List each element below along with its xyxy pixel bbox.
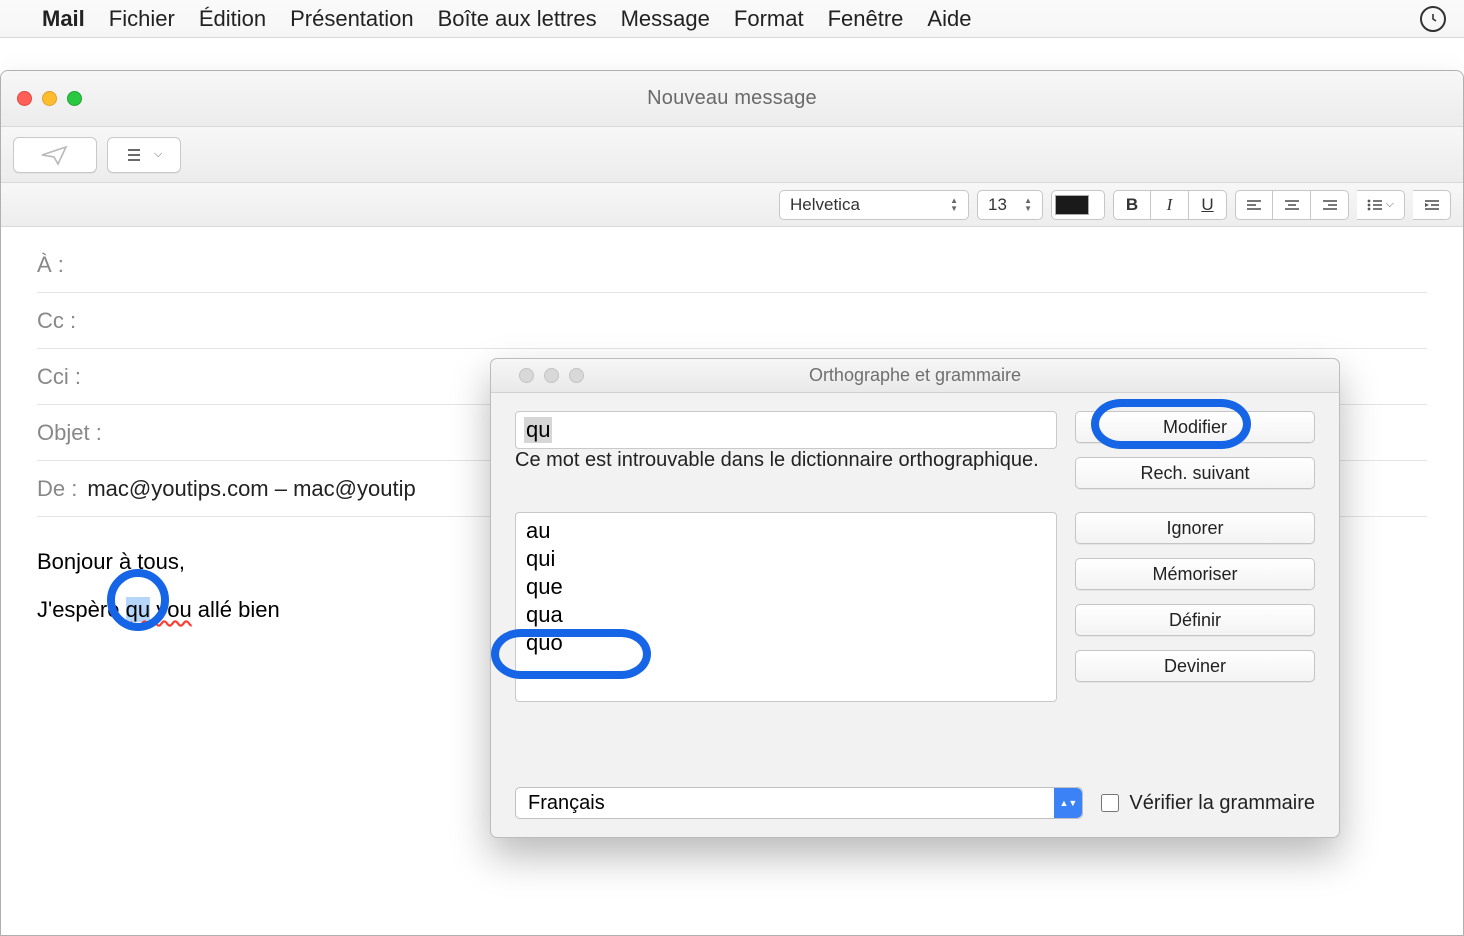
menu-fichier[interactable]: Fichier [109, 6, 175, 32]
header-fields-button[interactable]: ⌵ [107, 137, 181, 173]
list-group: ⌵ [1357, 190, 1405, 220]
language-value: Français [528, 792, 605, 815]
suggestion-item[interactable]: qua [516, 601, 1056, 629]
spelling-panel: Orthographe et grammaire qu Modifier Rec… [490, 358, 1340, 838]
suggestion-item[interactable]: qui [516, 545, 1056, 573]
font-family-select[interactable]: Helvetica ▲▼ [779, 190, 969, 220]
app-menu[interactable]: Mail [42, 6, 85, 32]
align-group [1235, 190, 1349, 220]
underline-button[interactable]: U [1189, 190, 1227, 220]
format-bar: Helvetica ▲▼ 13 ▲▼ B I U ⌵ [1, 183, 1463, 227]
list-style-button[interactable]: ⌵ [1357, 190, 1405, 220]
suggestion-item[interactable]: au [516, 517, 1056, 545]
panel-zoom-button[interactable] [569, 368, 584, 383]
suggestion-item[interactable]: que [516, 573, 1056, 601]
text-color-button[interactable] [1051, 190, 1105, 220]
language-select[interactable]: Français ▲▼ [515, 787, 1083, 819]
spelling-panel-titlebar: Orthographe et grammaire [491, 359, 1339, 393]
window-title: Nouveau message [647, 87, 817, 110]
to-label: À : [37, 252, 64, 278]
menu-fenetre[interactable]: Fenêtre [828, 6, 904, 32]
selected-misspelled-word: qu [126, 597, 150, 622]
stepper-icon: ▲▼ [950, 197, 958, 213]
check-grammar-input[interactable] [1101, 794, 1119, 812]
compose-toolbar: ⌵ [1, 127, 1463, 183]
menu-presentation[interactable]: Présentation [290, 6, 414, 32]
menu-aide[interactable]: Aide [927, 6, 971, 32]
italic-button[interactable]: I [1151, 190, 1189, 220]
outdent-button[interactable] [1413, 190, 1451, 220]
style-group: B I U [1113, 190, 1227, 220]
learn-button[interactable]: Mémoriser [1075, 558, 1315, 590]
chevron-updown-icon: ▲▼ [1054, 788, 1082, 818]
check-grammar-checkbox[interactable]: Vérifier la grammaire [1101, 792, 1315, 815]
menu-boite[interactable]: Boîte aux lettres [438, 6, 597, 32]
misspelled-word-value: qu [524, 417, 552, 443]
font-size-select[interactable]: 13 ▲▼ [977, 190, 1043, 220]
send-button[interactable] [13, 137, 97, 173]
misspelled-word-field[interactable]: qu [515, 411, 1057, 449]
misspelled-word: vou [156, 597, 191, 622]
spelling-message: Ce mot est introuvable dans le dictionna… [515, 447, 1315, 474]
menu-edition[interactable]: Édition [199, 6, 266, 32]
close-button[interactable] [17, 91, 32, 106]
bcc-label: Cci : [37, 364, 81, 390]
modify-button[interactable]: Modifier [1075, 411, 1315, 443]
panel-window-controls [503, 368, 584, 383]
panel-minimize-button[interactable] [544, 368, 559, 383]
align-center-button[interactable] [1273, 190, 1311, 220]
window-titlebar: Nouveau message [1, 71, 1463, 127]
font-family-value: Helvetica [790, 195, 860, 215]
align-right-button[interactable] [1311, 190, 1349, 220]
menu-message[interactable]: Message [621, 6, 710, 32]
cc-label: Cc : [37, 308, 76, 334]
ignore-button[interactable]: Ignorer [1075, 512, 1315, 544]
panel-close-button[interactable] [519, 368, 534, 383]
zoom-button[interactable] [67, 91, 82, 106]
bold-button[interactable]: B [1113, 190, 1151, 220]
menu-bar: Mail Fichier Édition Présentation Boîte … [0, 0, 1464, 38]
indent-group [1413, 190, 1451, 220]
menu-format[interactable]: Format [734, 6, 804, 32]
minimize-button[interactable] [42, 91, 57, 106]
window-controls [1, 91, 82, 106]
font-size-value: 13 [988, 195, 1007, 215]
to-field[interactable]: À : [37, 237, 1427, 293]
align-left-button[interactable] [1235, 190, 1273, 220]
clock-icon[interactable] [1420, 6, 1446, 32]
from-label: De : [37, 476, 77, 502]
stepper-icon: ▲▼ [1024, 197, 1032, 213]
spelling-panel-title: Orthographe et grammaire [809, 365, 1021, 386]
suggestions-list[interactable]: au qui que qua quo [515, 512, 1057, 702]
color-swatch [1055, 195, 1089, 215]
from-value: mac@youtips.com – mac@youtip [87, 476, 415, 502]
suggestion-item[interactable]: quo [516, 629, 1056, 657]
cc-field[interactable]: Cc : [37, 293, 1427, 349]
subject-label: Objet : [37, 420, 102, 446]
check-grammar-label: Vérifier la grammaire [1129, 792, 1315, 815]
guess-button[interactable]: Deviner [1075, 650, 1315, 682]
define-button[interactable]: Définir [1075, 604, 1315, 636]
